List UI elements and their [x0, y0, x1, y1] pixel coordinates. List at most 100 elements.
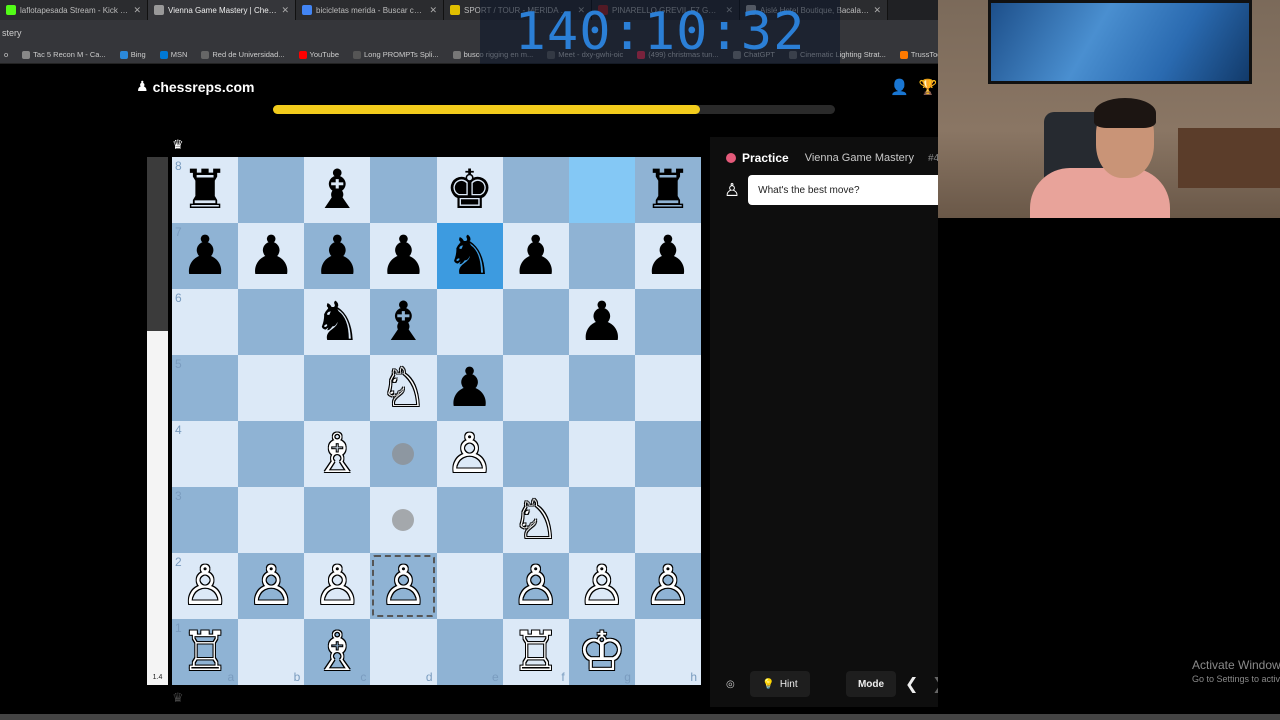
chess-piece[interactable]: ♖ — [181, 625, 229, 679]
chess-piece[interactable]: ♙ — [313, 559, 361, 613]
square-g6[interactable]: ♟ — [568, 289, 635, 355]
square-c7[interactable]: ♟ — [304, 223, 371, 289]
chess-piece[interactable]: ♟ — [578, 295, 626, 349]
square-e4[interactable]: ♙ — [436, 421, 503, 487]
square-c5[interactable] — [304, 355, 371, 421]
square-c4[interactable]: ♗ — [304, 421, 371, 487]
square-a1[interactable]: 1 a ♖ — [172, 619, 239, 685]
trophy-icon[interactable]: 🏆 — [919, 78, 938, 96]
previous-arrow-icon[interactable]: ❮ — [905, 674, 918, 694]
square-b2[interactable]: ♙ — [238, 553, 305, 619]
square-g3[interactable] — [568, 487, 635, 553]
square-g1[interactable]: g ♔ — [568, 619, 635, 685]
chess-piece[interactable]: ♔ — [578, 625, 626, 679]
chess-piece[interactable]: ♟ — [313, 229, 361, 283]
square-b1[interactable]: b — [238, 619, 305, 685]
square-b7[interactable]: ♟ — [238, 223, 305, 289]
bookmark-overflow[interactable]: o — [4, 50, 8, 59]
square-a7[interactable]: 7 ♟ — [172, 223, 239, 289]
square-f7[interactable]: ♟ — [502, 223, 569, 289]
square-f5[interactable] — [502, 355, 569, 421]
square-h6[interactable] — [634, 289, 701, 355]
legal-move-dot[interactable] — [392, 443, 415, 465]
chess-piece[interactable]: ♖ — [511, 625, 559, 679]
square-d4[interactable] — [370, 421, 437, 487]
square-e8[interactable]: ♚ — [436, 157, 503, 223]
square-d8[interactable] — [370, 157, 437, 223]
square-g7[interactable] — [568, 223, 635, 289]
square-a5[interactable]: 5 — [172, 355, 239, 421]
square-b6[interactable] — [238, 289, 305, 355]
chess-piece[interactable]: ♙ — [181, 559, 229, 613]
square-d3[interactable] — [370, 487, 437, 553]
chess-piece[interactable]: ♟ — [511, 229, 559, 283]
square-g8[interactable] — [568, 157, 635, 223]
square-f8[interactable] — [502, 157, 569, 223]
square-f1[interactable]: f ♖ — [502, 619, 569, 685]
tab-close-icon[interactable]: ✕ — [281, 5, 289, 16]
square-c1[interactable]: c ♗ — [304, 619, 371, 685]
bookmark-item[interactable]: YouTube — [298, 50, 339, 59]
browser-tab[interactable]: bicicletas merida - Buscar con Go ✕ — [296, 0, 444, 20]
square-g4[interactable] — [568, 421, 635, 487]
site-logo[interactable]: ♟ chessreps.com — [136, 78, 255, 95]
chess-piece[interactable]: ♞ — [313, 295, 361, 349]
square-f4[interactable] — [502, 421, 569, 487]
chess-piece[interactable]: ♘ — [379, 361, 427, 415]
chess-piece[interactable]: ♝ — [379, 295, 427, 349]
hint-button[interactable]: 💡 Hint — [750, 671, 810, 697]
square-g2[interactable]: ♙ — [568, 553, 635, 619]
square-a4[interactable]: 4 — [172, 421, 239, 487]
square-e6[interactable] — [436, 289, 503, 355]
square-e2[interactable] — [436, 553, 503, 619]
square-h8[interactable]: ♜ — [634, 157, 701, 223]
square-e1[interactable]: e — [436, 619, 503, 685]
browser-tab[interactable]: laflotapesada Stream - Kick Dashl ✕ — [0, 0, 148, 20]
chess-piece[interactable]: ♙ — [247, 559, 295, 613]
square-h4[interactable] — [634, 421, 701, 487]
bookmark-item[interactable]: Red de Universidad... — [201, 50, 285, 59]
chess-piece[interactable]: ♟ — [644, 229, 692, 283]
eye-icon[interactable]: ◎ — [726, 679, 735, 690]
chess-piece[interactable]: ♞ — [445, 229, 493, 283]
bookmark-item[interactable]: Long PROMPTs Spli... — [353, 50, 439, 59]
square-e3[interactable] — [436, 487, 503, 553]
square-a2[interactable]: 2 ♙ — [172, 553, 239, 619]
tab-close-icon[interactable]: ✕ — [133, 5, 141, 16]
square-d5[interactable]: ♘ — [370, 355, 437, 421]
square-b5[interactable] — [238, 355, 305, 421]
chess-piece[interactable]: ♙ — [445, 427, 493, 481]
square-d7[interactable]: ♟ — [370, 223, 437, 289]
square-e7[interactable]: ♞ — [436, 223, 503, 289]
square-c2[interactable]: ♙ — [304, 553, 371, 619]
square-g5[interactable] — [568, 355, 635, 421]
tab-close-icon[interactable]: ✕ — [429, 5, 437, 16]
chess-piece[interactable]: ♜ — [181, 163, 229, 217]
chess-piece[interactable]: ♗ — [313, 625, 361, 679]
square-b8[interactable] — [238, 157, 305, 223]
mode-button[interactable]: Mode — [846, 671, 896, 697]
square-h2[interactable]: ♙ — [634, 553, 701, 619]
square-f3[interactable]: ♘ — [502, 487, 569, 553]
chess-piece[interactable]: ♟ — [181, 229, 229, 283]
chess-piece[interactable]: ♜ — [644, 163, 692, 217]
square-d2[interactable]: ♙ — [370, 553, 437, 619]
square-c3[interactable] — [304, 487, 371, 553]
chess-piece[interactable]: ♟ — [379, 229, 427, 283]
chess-piece[interactable]: ♙ — [578, 559, 626, 613]
square-f2[interactable]: ♙ — [502, 553, 569, 619]
square-a8[interactable]: 8 ♜ — [172, 157, 239, 223]
bookmark-item[interactable]: MSN — [159, 50, 187, 59]
bookmark-item[interactable]: Tac 5 Recon M - Ca... — [22, 50, 106, 59]
square-a6[interactable]: 6 — [172, 289, 239, 355]
browser-tab[interactable]: Vienna Game Mastery | Chessrep ✕ — [148, 0, 296, 20]
chess-piece[interactable]: ♟ — [247, 229, 295, 283]
chess-piece[interactable]: ♟ — [445, 361, 493, 415]
square-d1[interactable]: d — [370, 619, 437, 685]
square-h3[interactable] — [634, 487, 701, 553]
square-b4[interactable] — [238, 421, 305, 487]
bookmark-item[interactable]: Bing — [119, 50, 146, 59]
chess-piece[interactable]: ♚ — [445, 163, 493, 217]
square-c6[interactable]: ♞ — [304, 289, 371, 355]
chess-piece[interactable]: ♘ — [511, 493, 559, 547]
